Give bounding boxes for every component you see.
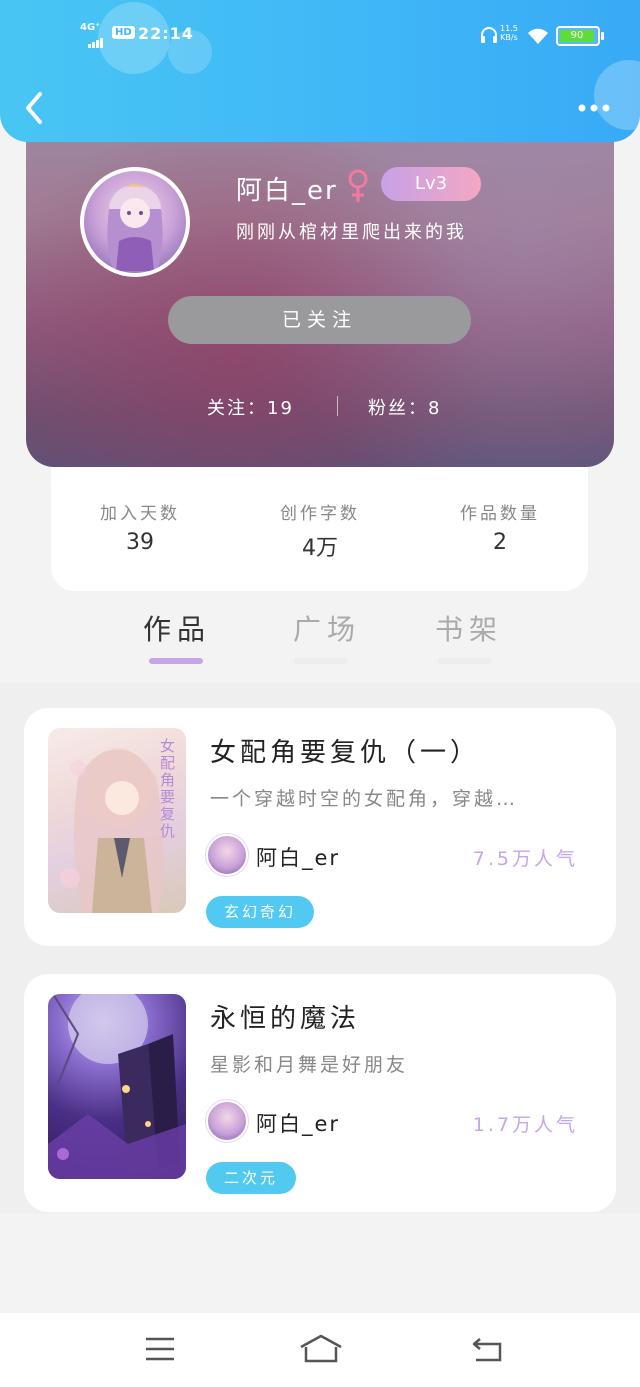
- hd-badge: HD: [112, 26, 135, 39]
- popularity: 1.7万人气: [472, 1114, 578, 1136]
- cover-illustration: [48, 994, 186, 1179]
- wifi-icon: [528, 28, 548, 44]
- follow-stats: 关注：19 粉丝：8: [26, 392, 614, 422]
- works-list: 女配角要复仇 女配角要复仇（一） 一个穿越时空的女配角，穿越… 阿白_er 7.…: [0, 683, 640, 1213]
- status-time: 22:14: [138, 24, 194, 43]
- battery-icon: 90: [556, 26, 600, 46]
- avatar-illustration: [107, 184, 163, 271]
- divider: [337, 396, 338, 416]
- tab-square[interactable]: 广场: [282, 608, 372, 648]
- follow-button[interactable]: 已关注: [168, 296, 471, 344]
- info-label: 作品数量: [460, 504, 540, 524]
- tab-square-underline: [294, 658, 348, 664]
- speed-unit: KB/s: [500, 33, 518, 42]
- menu-icon[interactable]: [140, 1333, 180, 1365]
- work-description: 一个穿越时空的女配角，穿越…: [210, 788, 519, 810]
- author-name[interactable]: 阿白_er: [256, 842, 340, 872]
- work-card[interactable]: 女配角要复仇 女配角要复仇（一） 一个穿越时空的女配角，穿越… 阿白_er 7.…: [24, 708, 616, 946]
- genre-tag[interactable]: 玄幻奇幻: [206, 896, 315, 928]
- level-badge: Lv3: [381, 167, 481, 201]
- book-cover[interactable]: 女配角要复仇: [48, 728, 186, 913]
- info-label: 加入天数: [100, 504, 180, 524]
- info-join-days: 加入天数 39: [80, 499, 200, 555]
- book-cover[interactable]: [48, 994, 186, 1179]
- battery-level: 90: [560, 30, 594, 42]
- info-card: 加入天数 39 创作字数 4万 作品数量 2: [51, 467, 588, 591]
- decor-bubble: [594, 60, 640, 130]
- author-name[interactable]: 阿白_er: [256, 1108, 340, 1138]
- info-label: 创作字数: [280, 504, 360, 524]
- info-value: 39: [126, 530, 154, 555]
- info-word-count: 创作字数 4万: [260, 499, 380, 562]
- top-header: 4G⁺ HD 22:14 11.5 KB/s 90: [0, 0, 640, 142]
- status-bar: 4G⁺ HD 22:14 11.5 KB/s 90: [0, 22, 640, 50]
- tab-works-underline: [149, 658, 203, 664]
- info-work-count: 作品数量 2: [440, 499, 560, 555]
- author-avatar[interactable]: [206, 834, 248, 876]
- work-title[interactable]: 永恒的魔法: [210, 998, 360, 1035]
- avatar[interactable]: [80, 167, 190, 277]
- author-avatar[interactable]: [206, 1100, 248, 1142]
- profile-bio: 刚刚从棺材里爬出来的我: [236, 222, 467, 243]
- signal-bars-icon: [88, 30, 104, 48]
- work-title[interactable]: 女配角要复仇（一）: [210, 732, 480, 769]
- work-card[interactable]: 永恒的魔法 星影和月舞是好朋友 阿白_er 1.7万人气 二次元: [24, 974, 616, 1212]
- tab-works[interactable]: 作品: [132, 608, 222, 648]
- more-options-button[interactable]: [576, 98, 616, 118]
- back-button[interactable]: [20, 90, 52, 126]
- profile-card: 阿白_er Lv3 刚刚从棺材里爬出来的我 已关注 关注：19 粉丝：8: [26, 110, 614, 467]
- home-icon[interactable]: [298, 1333, 344, 1365]
- following-count[interactable]: 关注：19: [207, 394, 294, 420]
- female-icon: [348, 169, 368, 202]
- network-speed: 11.5 KB/s: [500, 24, 518, 42]
- tab-bar: 作品 广场 书架: [0, 600, 640, 680]
- work-description: 星影和月舞是好朋友: [210, 1054, 409, 1076]
- speed-value: 11.5: [500, 24, 518, 33]
- fans-count[interactable]: 粉丝：8: [368, 394, 441, 420]
- tab-bookshelf[interactable]: 书架: [424, 608, 514, 648]
- popularity: 7.5万人气: [472, 848, 578, 870]
- info-value: 2: [493, 530, 507, 555]
- system-nav-bar: [0, 1313, 640, 1387]
- headphones-icon: [481, 27, 497, 43]
- genre-tag[interactable]: 二次元: [206, 1162, 297, 1194]
- username: 阿白_er: [236, 176, 338, 206]
- return-icon[interactable]: [468, 1333, 508, 1365]
- tab-bookshelf-underline: [438, 658, 492, 664]
- info-value: 4万: [302, 536, 338, 561]
- cover-title: 女配角要复仇: [160, 737, 176, 840]
- battery-tip: [601, 32, 604, 40]
